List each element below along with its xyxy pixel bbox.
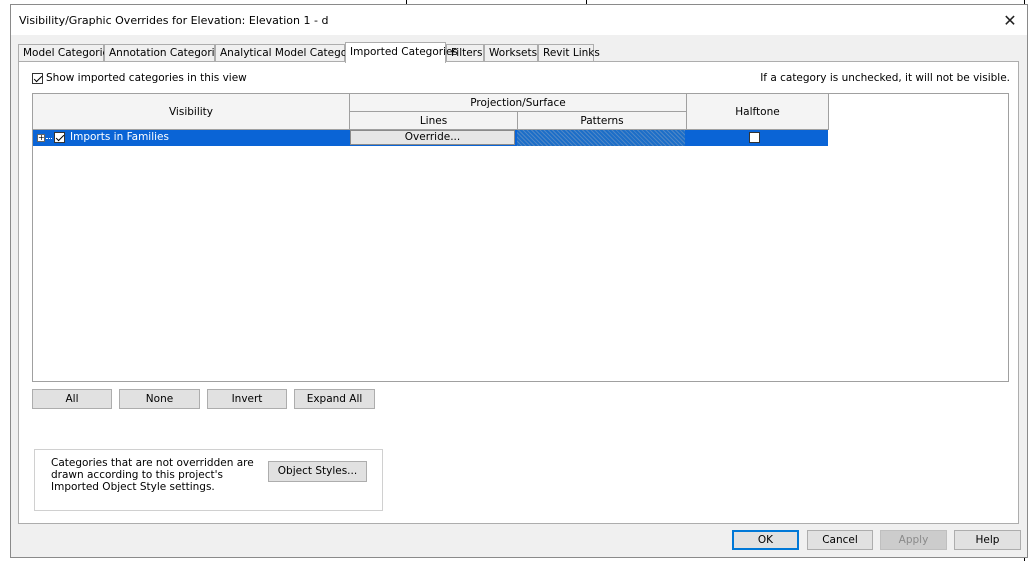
tab-panel: Show imported categories in this view If… (18, 61, 1019, 524)
header-visibility[interactable]: Visibility (33, 94, 350, 130)
select-all-button[interactable]: All (32, 389, 112, 409)
lines-override-button[interactable]: Override... (350, 130, 515, 145)
category-name: Imports in Families (70, 131, 169, 143)
header-lines[interactable]: Lines (350, 112, 518, 130)
tab-imported-categories[interactable]: Imported Categories (345, 42, 458, 63)
table-row[interactable]: + Imports in Families Override... (33, 130, 828, 146)
tab-model-categories[interactable]: Model Categories (18, 44, 114, 62)
header-projection-surface: Projection/Surface (350, 94, 687, 112)
dialog-title: Visibility/Graphic Overrides for Elevati… (19, 14, 329, 27)
title-bar[interactable]: Visibility/Graphic Overrides for Elevati… (11, 5, 1027, 35)
expand-icon[interactable]: + (37, 134, 45, 142)
expand-all-button[interactable]: Expand All (294, 389, 375, 409)
tab-analytical-model-categories[interactable]: Analytical Model Categories (215, 44, 366, 62)
patterns-cell[interactable] (517, 130, 685, 146)
categories-grid: Visibility Projection/Surface Lines Patt… (32, 93, 1009, 382)
ok-button[interactable]: OK (732, 530, 799, 550)
help-button[interactable]: Help (954, 530, 1021, 550)
header-patterns[interactable]: Patterns (518, 112, 687, 130)
select-none-button[interactable]: None (119, 389, 200, 409)
header-halftone[interactable]: Halftone (687, 94, 829, 130)
invert-button[interactable]: Invert (207, 389, 287, 409)
show-imported-option: Show imported categories in this view (32, 72, 247, 84)
visibility-checkbox[interactable] (54, 132, 65, 143)
tab-worksets[interactable]: Worksets (484, 44, 538, 62)
close-icon[interactable]: ✕ (993, 5, 1027, 35)
tab-annotation-categories[interactable]: Annotation Categories (104, 44, 227, 62)
show-imported-label: Show imported categories in this view (46, 72, 247, 84)
tab-revit-links[interactable]: Revit Links (538, 44, 600, 62)
apply-button[interactable]: Apply (880, 530, 947, 550)
halftone-checkbox[interactable] (749, 132, 760, 143)
object-styles-info: Categories that are not overridden are d… (34, 449, 383, 511)
cancel-button[interactable]: Cancel (807, 530, 873, 550)
tree-connector (46, 138, 52, 139)
show-imported-checkbox[interactable] (32, 72, 43, 84)
object-styles-note: Categories that are not overridden are d… (51, 457, 254, 493)
unchecked-note: If a category is unchecked, it will not … (760, 72, 1010, 84)
vg-overrides-dialog: Visibility/Graphic Overrides for Elevati… (10, 4, 1028, 558)
object-styles-button[interactable]: Object Styles... (268, 461, 367, 482)
